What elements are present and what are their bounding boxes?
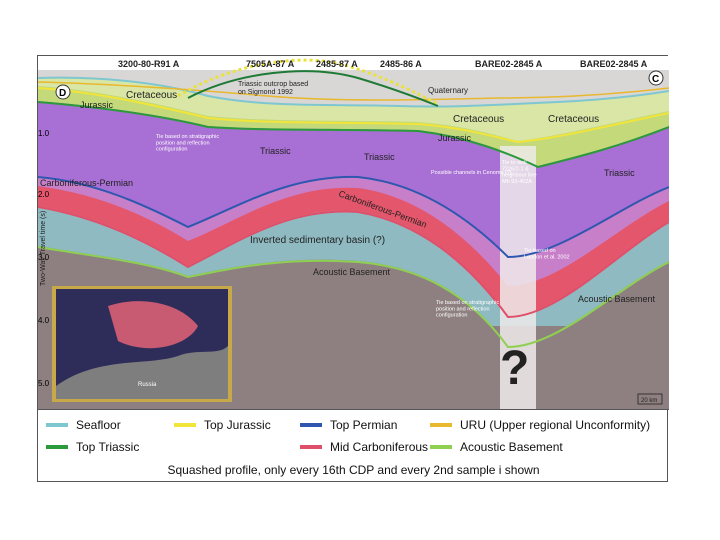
label-cretaceous-left: Cretaceous <box>126 90 177 101</box>
legend-label-top-permian: Top Permian <box>330 418 398 432</box>
label-carboniferous-left: Carboniferous-Permian <box>40 178 133 188</box>
legend-label-top-triassic: Top Triassic <box>76 440 140 454</box>
inset-map: Russia <box>52 286 232 402</box>
profile-label-3: 2485-87 A <box>316 59 358 69</box>
profile-label-4: 2485-86 A <box>380 59 422 69</box>
y-tick-5: 5.0 <box>38 379 50 388</box>
profile-label-5: BARE02-2845 A <box>475 59 543 69</box>
y-axis-label: Two-Way Travel time (s) <box>40 211 47 286</box>
label-cretaceous-right: Cretaceous <box>548 114 599 125</box>
label-jurassic-right: Jurassic <box>438 133 472 143</box>
legend: Seafloor Top Jurassic Top Permian URU (U… <box>38 409 669 484</box>
label-cretaceous-mid: Cretaceous <box>453 114 504 125</box>
legend-item-top-triassic: Top Triassic <box>46 440 139 454</box>
legend-item-uru: URU (Upper regional Unconformity) <box>430 418 650 432</box>
seismic-cross-section: 3200-80-R91 A 7505A-87 A 2485-87 A 2485-… <box>38 56 669 409</box>
legend-item-acoustic-basement: Acoustic Basement <box>430 440 563 454</box>
inset-map-label: Russia <box>138 382 157 388</box>
y-tick-3: 3.0 <box>38 253 50 262</box>
seismic-figure: 3200-80-R91 A 7505A-87 A 2485-87 A 2485-… <box>37 55 669 484</box>
corner-label-right: C <box>652 74 659 85</box>
profile-label-1: 3200-80-R91 A <box>118 59 180 69</box>
legend-item-mid-carboniferous: Mid Carboniferous <box>300 440 428 454</box>
legend-swatch-seafloor <box>46 423 68 427</box>
corner-label-left: D <box>59 88 66 99</box>
legend-swatch-mid-carboniferous <box>300 445 322 449</box>
legend-label-seafloor: Seafloor <box>76 418 121 432</box>
legend-swatch-uru <box>430 423 452 427</box>
scale-bar-label: 20 km <box>641 398 657 404</box>
label-possible-channels: Possible channels in Cenoma (?) <box>431 170 512 176</box>
unknown-question-mark: ? <box>500 342 529 395</box>
label-triassic-3: Triassic <box>604 168 635 178</box>
label-triassic-1: Triassic <box>260 146 291 156</box>
legend-swatch-top-triassic <box>46 445 68 449</box>
label-jurassic-left: Jurassic <box>80 100 114 110</box>
legend-item-top-jurassic: Top Jurassic <box>174 418 271 432</box>
y-tick-1: 1.0 <box>38 129 50 138</box>
legend-item-seafloor: Seafloor <box>46 418 121 432</box>
legend-label-uru: URU (Upper regional Unconformity) <box>460 418 651 432</box>
legend-swatch-top-jurassic <box>174 423 196 427</box>
legend-item-top-permian: Top Permian <box>300 418 397 432</box>
label-quaternary: Quaternary <box>428 86 468 95</box>
label-acoustic-basement-right: Acoustic Basement <box>578 294 656 304</box>
legend-label-mid-carboniferous: Mid Carboniferous <box>330 440 429 454</box>
y-tick-4: 4.0 <box>38 316 50 325</box>
y-tick-2: 2.0 <box>38 190 50 199</box>
label-triassic-2: Triassic <box>364 152 395 162</box>
figure-caption: Squashed profile, only every 16th CDP an… <box>167 463 540 477</box>
legend-label-top-jurassic: Top Jurassic <box>204 418 271 432</box>
label-inverted-basin: Inverted sedimentary basin (?) <box>250 235 385 246</box>
legend-swatch-top-permian <box>300 423 322 427</box>
legend-swatch-acoustic-basement <box>430 445 452 449</box>
legend-label-acoustic-basement: Acoustic Basement <box>460 440 563 454</box>
label-acoustic-basement-mid: Acoustic Basement <box>313 267 391 277</box>
profile-label-2: 7505A-87 A <box>246 59 295 69</box>
profile-label-6: BARE02-2845 A <box>580 59 648 69</box>
